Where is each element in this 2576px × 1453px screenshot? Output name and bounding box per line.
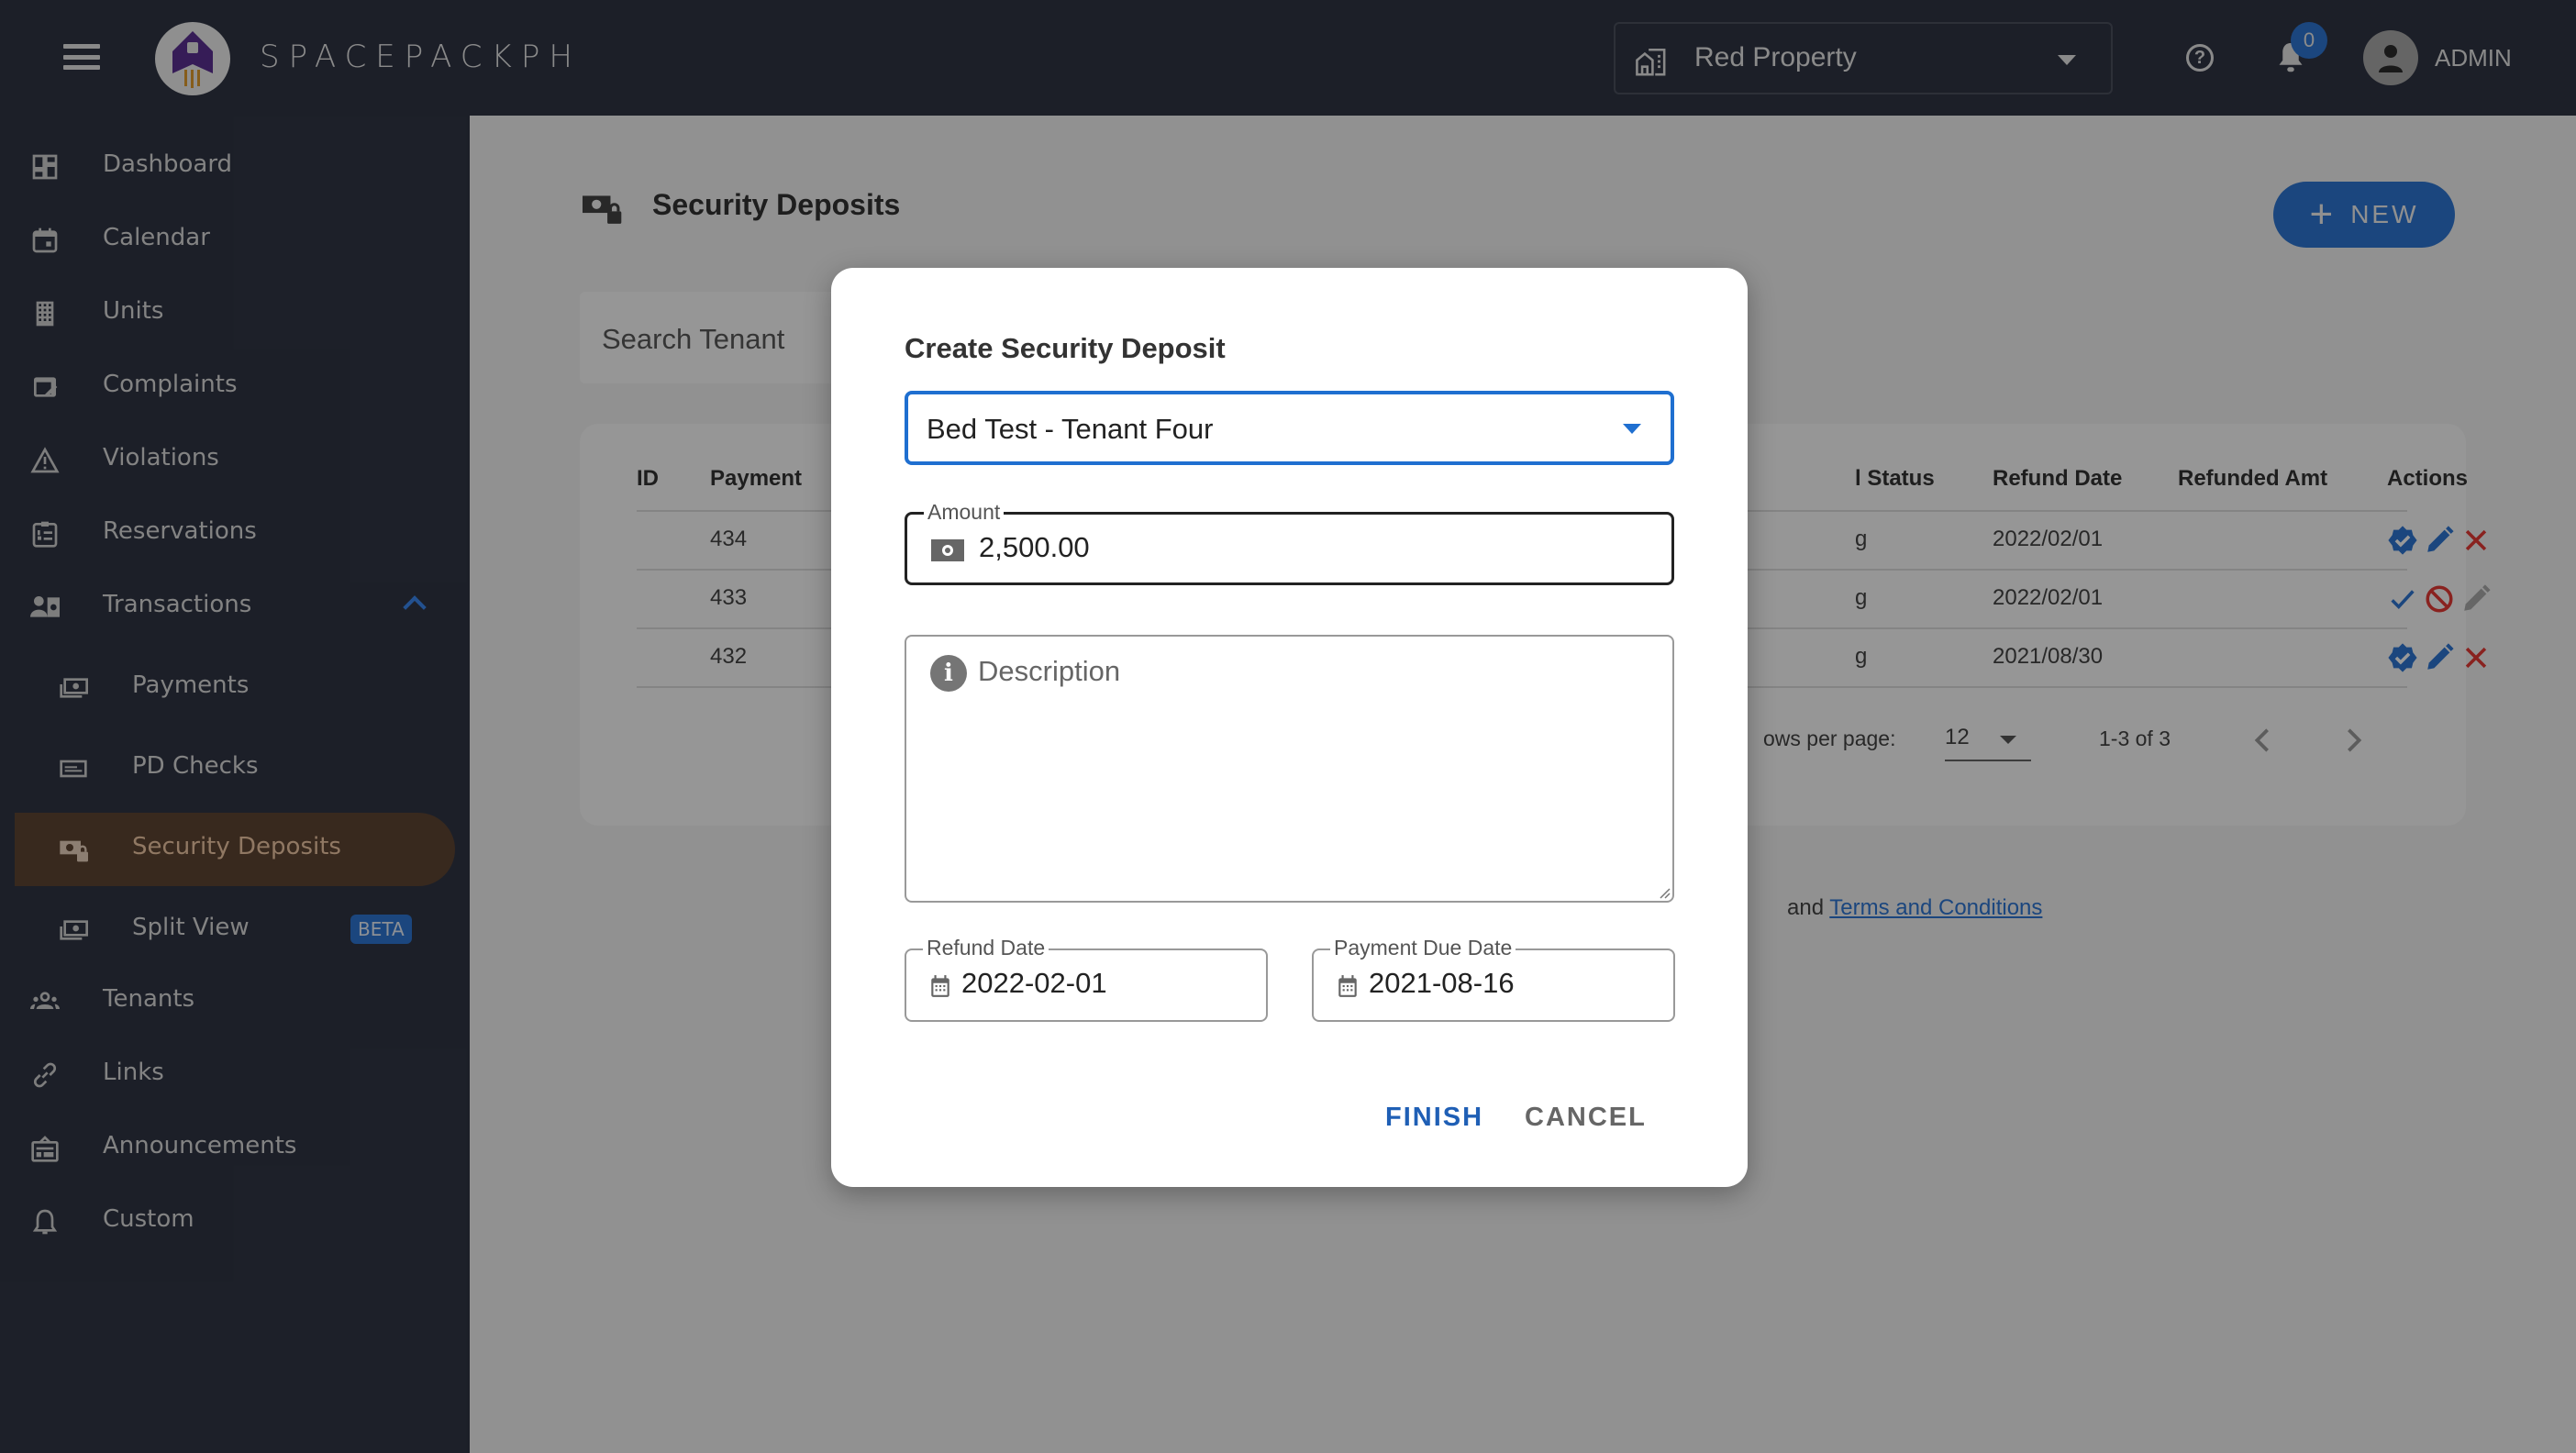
tenant-select[interactable]: Bed Test - Tenant Four [905, 391, 1674, 465]
payment-due-date-label: Payment Due Date [1330, 936, 1516, 960]
info-icon: i [930, 655, 967, 692]
amount-label: Amount [924, 500, 1005, 525]
description-placeholder: Description [978, 655, 1121, 687]
dialog-title: Create Security Deposit [905, 332, 1226, 364]
refund-date-value: 2022-02-01 [961, 967, 1107, 999]
finish-button[interactable]: FINISH [1378, 1099, 1491, 1137]
description-field[interactable]: i Description [905, 635, 1674, 903]
chevron-down-icon [1623, 424, 1641, 434]
amount-value: 2,500.00 [979, 531, 1090, 563]
payment-due-date-field[interactable]: Payment Due Date 2021-08-16 [1312, 936, 1675, 1022]
money-icon [931, 539, 964, 561]
payment-due-date-value: 2021-08-16 [1369, 967, 1515, 999]
calendar-icon [931, 975, 949, 997]
tenant-select-value: Bed Test - Tenant Four [927, 413, 1214, 445]
refund-date-label: Refund Date [923, 936, 1049, 960]
resize-handle-icon[interactable] [1658, 886, 1671, 899]
calendar-icon [1338, 975, 1357, 997]
refund-date-field[interactable]: Refund Date 2022-02-01 [905, 936, 1268, 1022]
amount-field[interactable]: Amount 2,500.00 [905, 500, 1674, 585]
cancel-button[interactable]: CANCEL [1517, 1099, 1654, 1137]
create-security-deposit-dialog: Create Security Deposit Bed Test - Tenan… [831, 268, 1748, 1187]
